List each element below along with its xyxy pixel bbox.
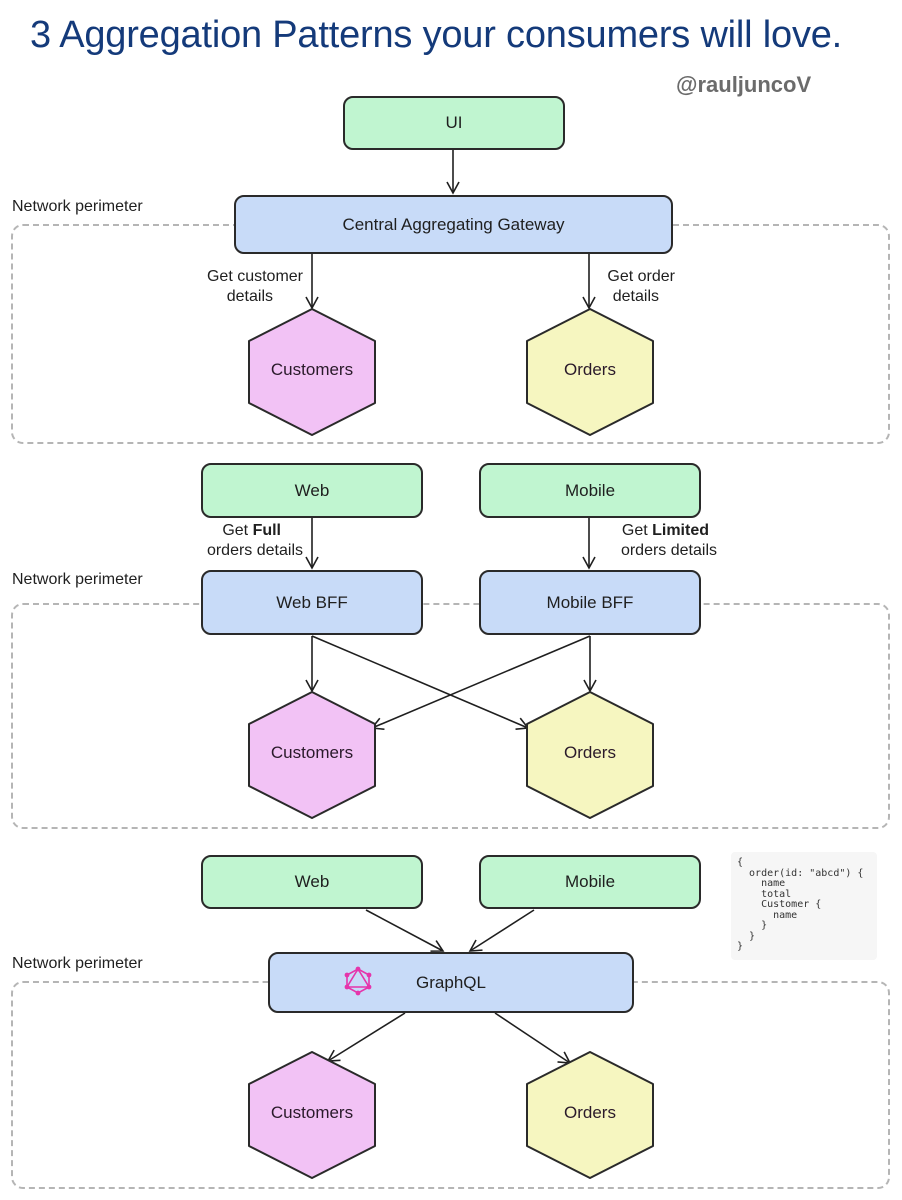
customers-service-3: Customers	[248, 1051, 376, 1179]
web-client-box-2: Web	[201, 463, 423, 518]
graphql-query-snippet: { order(id: "abcd") { name total Custome…	[731, 852, 877, 960]
graphql-gateway-box: GraphQL	[268, 952, 634, 1013]
network-perimeter-2	[11, 603, 890, 829]
web-client-label: Web	[294, 480, 330, 500]
edge-label-get-order-details: Get order details	[595, 267, 675, 307]
network-perimeter-1	[11, 224, 890, 444]
code-line: }	[737, 930, 756, 942]
perimeter-label-3: Network perimeter	[12, 955, 143, 972]
customers-service-2: Customers	[248, 691, 376, 819]
edge-emphasis: Full	[252, 522, 281, 539]
orders-label: Orders	[564, 1103, 616, 1122]
mobile-bff-box: Mobile BFF	[479, 570, 701, 635]
mobile-client-label: Mobile	[564, 480, 616, 500]
edge-label-line: Get order	[607, 268, 675, 285]
code-line: }	[737, 920, 768, 931]
edge-label-line: details	[226, 288, 273, 305]
arrow-mobile-to-graphql	[468, 909, 535, 952]
perimeter-label-2: Network perimeter	[12, 571, 143, 588]
orders-service-2: Orders	[526, 691, 654, 819]
edge-emphasis: Limited	[652, 522, 709, 539]
orders-label: Orders	[564, 743, 616, 762]
code-line: Customer {	[737, 899, 822, 910]
page-title: 3 Aggregation Patterns your consumers wi…	[30, 14, 843, 56]
mobile-client-label: Mobile	[564, 872, 616, 891]
web-client-box-3: Web	[201, 855, 423, 909]
edge-label-line: Get customer	[206, 268, 303, 285]
edge-label-line: details	[612, 288, 659, 305]
graphql-logo-icon	[344, 966, 372, 996]
mobile-client-box-2: Mobile	[479, 463, 701, 518]
code-line: name	[737, 878, 786, 889]
customers-label: Customers	[270, 360, 354, 379]
edge-label-get-full-orders: Get Full orders details	[191, 521, 303, 561]
graphql-label: GraphQL	[416, 972, 486, 992]
edge-label-line: Get Full	[191, 521, 303, 541]
edge-prefix: Get	[222, 522, 253, 539]
arrow-web-to-graphql	[365, 909, 445, 952]
web-bff-box: Web BFF	[201, 570, 423, 635]
orders-service-3: Orders	[526, 1051, 654, 1179]
author-handle: @rauljuncoV	[676, 72, 812, 97]
edge-label-line: Get Limited	[603, 521, 717, 541]
edge-label-line: orders details	[206, 542, 303, 559]
code-line: {	[737, 857, 744, 868]
ui-client-box: UI	[343, 96, 565, 150]
edge-label-line: orders details	[620, 542, 717, 559]
central-gateway-box: Central Aggregating Gateway	[234, 195, 673, 254]
mobile-bff-label: Mobile BFF	[546, 592, 634, 612]
customers-label: Customers	[270, 743, 354, 762]
edge-label-get-limited-orders: Get Limited orders details	[603, 521, 717, 561]
edge-label-get-customer-details: Get customer details	[191, 267, 303, 307]
orders-label: Orders	[564, 360, 616, 379]
ui-client-label: UI	[445, 113, 463, 132]
mobile-client-box-3: Mobile	[479, 855, 701, 909]
edge-prefix: Get	[621, 522, 653, 539]
code-line: }	[737, 941, 744, 952]
web-client-label: Web	[294, 872, 330, 891]
perimeter-label-1: Network perimeter	[12, 198, 143, 215]
customers-service-1: Customers	[248, 308, 376, 436]
central-gateway-label: Central Aggregating Gateway	[342, 214, 565, 234]
web-bff-label: Web BFF	[276, 592, 348, 612]
orders-service-1: Orders	[526, 308, 654, 436]
customers-label: Customers	[270, 1103, 354, 1122]
